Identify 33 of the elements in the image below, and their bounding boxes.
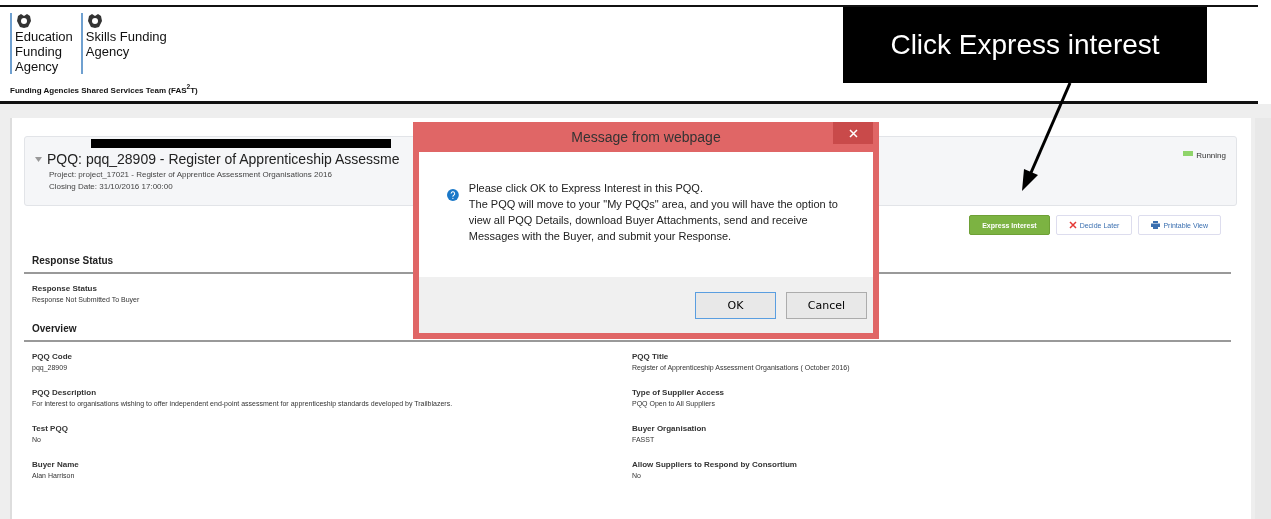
dialog-message: The PQQ will move to your "My PQQs" area, and you will have the option to view all PQQ Details, download Buyer Attachments, send and receive Messages with the Buyer, and submit your Response. — [468, 197, 839, 244]
field-label: Test PQQ — [32, 424, 69, 433]
dialog-title: Message from webpage — [571, 129, 721, 145]
field-label: Allow Suppliers to Respond by Consortium — [632, 460, 798, 469]
field-label: Type of Supplier Access — [632, 388, 726, 397]
caret-icon[interactable] — [35, 156, 42, 162]
dialog-button[interactable]: OK — [695, 291, 776, 319]
logo-text: Funding — [15, 44, 63, 59]
dialog-message: Please click OK to Express Interest in this PQQ. — [468, 181, 704, 196]
callout-text: Click Express interest — [890, 29, 1160, 61]
crest-icon — [85, 13, 104, 29]
field-label: Buyer Organisation — [632, 424, 708, 433]
field-label: PQQ Description — [32, 388, 97, 397]
field-label: PQQ Title — [632, 352, 670, 361]
project-text: Project: project_17021 - Register of Apprentice Assessment Organisations 2016 — [49, 170, 332, 179]
printer-icon — [1151, 221, 1161, 229]
crest-icon — [15, 13, 33, 29]
pqq-title: PQQ: pqq_28909 - Register of Apprenticeship Assessme — [47, 151, 400, 167]
field-label: Response Status — [32, 284, 98, 293]
close-icon — [848, 128, 858, 138]
logo-text: Skills Funding — [85, 29, 167, 44]
close-button[interactable] — [833, 122, 873, 144]
close-icon — [1068, 221, 1077, 229]
closing-date: Closing Date: 31/10/2016 17:00:00 — [49, 182, 173, 191]
field-label: Buyer Name — [32, 460, 80, 469]
logo-text: Agency — [15, 59, 60, 74]
team-name: Funding Agencies Shared Services Team (FAS$^{2}$T) — [10, 83, 199, 95]
status-label: Running — [1196, 151, 1226, 160]
field-label: PQQ Code — [32, 352, 73, 361]
status-bar-icon — [1183, 151, 1194, 156]
dialog-button[interactable]: Cancel — [786, 291, 867, 319]
logo-text: Education — [15, 29, 73, 44]
logo-text: Agency — [85, 44, 131, 59]
